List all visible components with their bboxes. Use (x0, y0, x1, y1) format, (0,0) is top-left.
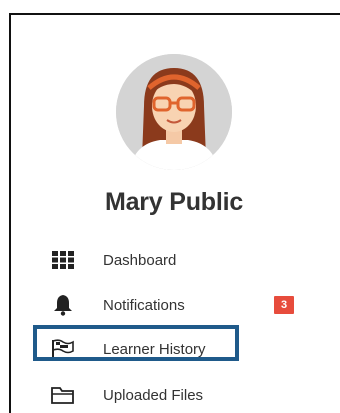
flag-icon (50, 336, 76, 362)
folder-icon (50, 382, 76, 408)
nav-item-learner-history[interactable]: Learner History (50, 333, 320, 365)
bell-icon (50, 292, 76, 318)
avatar-illustration (116, 54, 232, 170)
user-avatar[interactable] (116, 54, 232, 170)
notification-count-badge: 3 (274, 296, 294, 314)
nav-label-learner-history: Learner History (103, 340, 206, 358)
nav-item-dashboard[interactable]: Dashboard (50, 244, 320, 276)
grid-icon (50, 247, 76, 273)
user-name: Mary Public (104, 188, 244, 216)
nav-label-uploaded-files: Uploaded Files (103, 386, 204, 404)
nav-item-uploaded-files[interactable]: Uploaded Files (50, 379, 320, 411)
nav-label-dashboard: Dashboard (103, 251, 177, 269)
nav-label-notifications: Notifications (103, 296, 185, 314)
